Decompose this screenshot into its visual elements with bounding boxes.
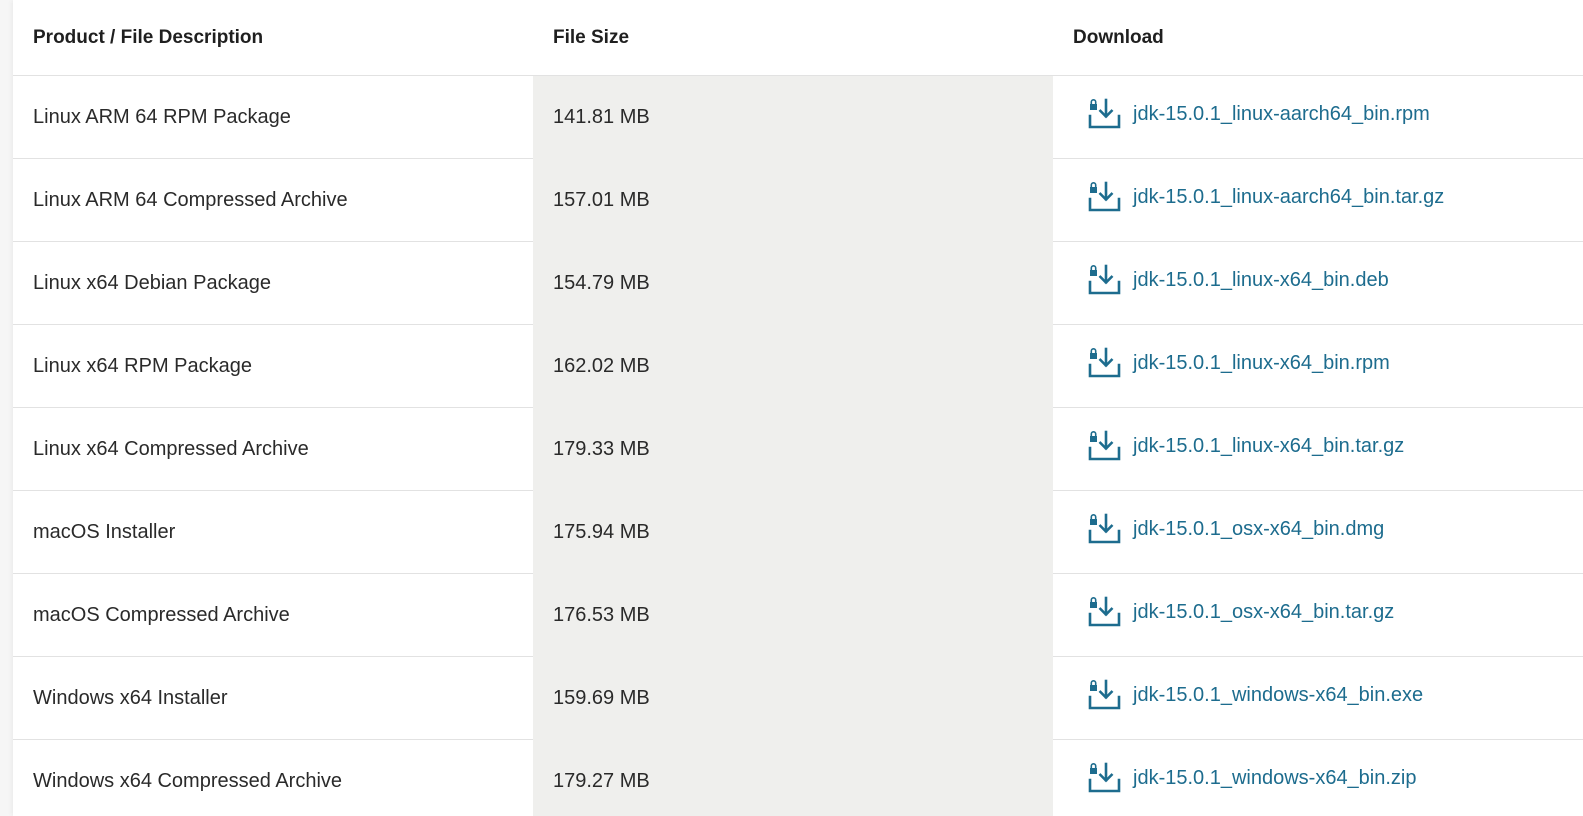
file-size: 162.02 MB: [533, 324, 1053, 408]
file-description: Linux x64 RPM Package: [13, 324, 533, 408]
downloads-table: Product / File Description File Size Dow…: [13, 0, 1583, 816]
download-file-name[interactable]: jdk-15.0.1_linux-x64_bin.tar.gz: [1133, 435, 1404, 458]
download-lock-icon[interactable]: [1087, 430, 1121, 462]
download-cell: jdk-15.0.1_linux-x64_bin.rpm: [1053, 324, 1583, 408]
download-file-name[interactable]: jdk-15.0.1_linux-aarch64_bin.rpm: [1133, 103, 1430, 126]
download-lock-icon[interactable]: [1087, 513, 1121, 545]
file-size: 157.01 MB: [533, 158, 1053, 242]
table-row: Linux x64 Debian Package 154.79 MB jdk-1…: [13, 241, 1583, 325]
download-file-name[interactable]: jdk-15.0.1_windows-x64_bin.zip: [1133, 767, 1417, 790]
file-description: Linux x64 Debian Package: [13, 241, 533, 325]
download-link[interactable]: jdk-15.0.1_linux-x64_bin.rpm: [1087, 347, 1390, 379]
file-size: 154.79 MB: [533, 241, 1053, 325]
file-description: Windows x64 Compressed Archive: [13, 739, 533, 816]
download-link[interactable]: jdk-15.0.1_osx-x64_bin.dmg: [1087, 513, 1384, 545]
file-size: 141.81 MB: [533, 75, 1053, 159]
header-row: Product / File Description File Size Dow…: [13, 0, 1583, 76]
download-file-name[interactable]: jdk-15.0.1_linux-x64_bin.deb: [1133, 269, 1389, 292]
column-header-download: Download: [1053, 0, 1583, 76]
download-file-name[interactable]: jdk-15.0.1_linux-x64_bin.rpm: [1133, 352, 1390, 375]
file-description: Windows x64 Installer: [13, 656, 533, 740]
download-link[interactable]: jdk-15.0.1_linux-aarch64_bin.rpm: [1087, 98, 1430, 130]
download-lock-icon[interactable]: [1087, 264, 1121, 296]
download-link[interactable]: jdk-15.0.1_osx-x64_bin.tar.gz: [1087, 596, 1394, 628]
table-body: Linux ARM 64 RPM Package 141.81 MB jdk-1…: [13, 75, 1583, 816]
file-size: 176.53 MB: [533, 573, 1053, 657]
download-file-name[interactable]: jdk-15.0.1_osx-x64_bin.dmg: [1133, 518, 1384, 541]
table-row: Linux x64 RPM Package 162.02 MB jdk-15.0…: [13, 324, 1583, 408]
download-cell: jdk-15.0.1_linux-aarch64_bin.rpm: [1053, 75, 1583, 159]
table-row: macOS Installer 175.94 MB jdk-15.0.1_osx…: [13, 490, 1583, 574]
download-link[interactable]: jdk-15.0.1_windows-x64_bin.zip: [1087, 762, 1417, 794]
download-lock-icon[interactable]: [1087, 679, 1121, 711]
page: Product / File Description File Size Dow…: [0, 0, 1583, 816]
column-header-file-size: File Size: [533, 0, 1053, 76]
file-description: macOS Compressed Archive: [13, 573, 533, 657]
downloads-table-card: Product / File Description File Size Dow…: [13, 0, 1583, 816]
table-row: Windows x64 Installer 159.69 MB jdk-15.0…: [13, 656, 1583, 740]
table-row: Linux ARM 64 Compressed Archive 157.01 M…: [13, 158, 1583, 242]
download-cell: jdk-15.0.1_linux-x64_bin.tar.gz: [1053, 407, 1583, 491]
download-lock-icon[interactable]: [1087, 347, 1121, 379]
download-file-name[interactable]: jdk-15.0.1_windows-x64_bin.exe: [1133, 684, 1423, 707]
file-size: 175.94 MB: [533, 490, 1053, 574]
download-cell: jdk-15.0.1_osx-x64_bin.tar.gz: [1053, 573, 1583, 657]
download-cell: jdk-15.0.1_windows-x64_bin.zip: [1053, 739, 1583, 816]
download-lock-icon[interactable]: [1087, 596, 1121, 628]
table-header: Product / File Description File Size Dow…: [13, 0, 1583, 76]
table-row: Linux x64 Compressed Archive 179.33 MB j…: [13, 407, 1583, 491]
file-size: 179.33 MB: [533, 407, 1053, 491]
download-lock-icon[interactable]: [1087, 98, 1121, 130]
download-file-name[interactable]: jdk-15.0.1_linux-aarch64_bin.tar.gz: [1133, 186, 1444, 209]
download-cell: jdk-15.0.1_windows-x64_bin.exe: [1053, 656, 1583, 740]
table-row: macOS Compressed Archive 176.53 MB jdk-1…: [13, 573, 1583, 657]
column-header-description: Product / File Description: [13, 0, 533, 76]
download-link[interactable]: jdk-15.0.1_linux-x64_bin.deb: [1087, 264, 1389, 296]
file-size: 179.27 MB: [533, 739, 1053, 816]
file-size: 159.69 MB: [533, 656, 1053, 740]
download-cell: jdk-15.0.1_osx-x64_bin.dmg: [1053, 490, 1583, 574]
download-lock-icon[interactable]: [1087, 181, 1121, 213]
table-row: Windows x64 Compressed Archive 179.27 MB…: [13, 739, 1583, 816]
download-file-name[interactable]: jdk-15.0.1_osx-x64_bin.tar.gz: [1133, 601, 1394, 624]
download-lock-icon[interactable]: [1087, 762, 1121, 794]
table-row: Linux ARM 64 RPM Package 141.81 MB jdk-1…: [13, 75, 1583, 159]
file-description: Linux x64 Compressed Archive: [13, 407, 533, 491]
file-description: Linux ARM 64 RPM Package: [13, 75, 533, 159]
download-link[interactable]: jdk-15.0.1_linux-x64_bin.tar.gz: [1087, 430, 1404, 462]
download-cell: jdk-15.0.1_linux-x64_bin.deb: [1053, 241, 1583, 325]
download-link[interactable]: jdk-15.0.1_windows-x64_bin.exe: [1087, 679, 1423, 711]
download-cell: jdk-15.0.1_linux-aarch64_bin.tar.gz: [1053, 158, 1583, 242]
file-description: Linux ARM 64 Compressed Archive: [13, 158, 533, 242]
file-description: macOS Installer: [13, 490, 533, 574]
download-link[interactable]: jdk-15.0.1_linux-aarch64_bin.tar.gz: [1087, 181, 1444, 213]
